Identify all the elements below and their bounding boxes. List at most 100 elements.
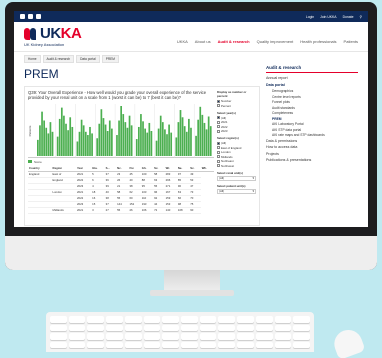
bar[interactable] [39, 124, 41, 156]
nav-health-professionals[interactable]: Health professionals [300, 39, 336, 44]
bar[interactable] [137, 126, 140, 156]
bar[interactable] [89, 126, 91, 156]
bar[interactable] [188, 118, 190, 156]
bar[interactable] [98, 123, 101, 156]
bar[interactable] [58, 118, 61, 156]
bar[interactable] [177, 121, 180, 156]
breadcrumb-audit-research[interactable]: Audit & research [42, 55, 75, 63]
sidebar-item[interactable]: Publications & presentations [266, 158, 358, 162]
bar[interactable] [71, 126, 74, 156]
sidebar-subitem[interactable]: Completeness [272, 111, 358, 115]
bar[interactable] [185, 131, 188, 156]
sidebar-item[interactable]: How to access data [266, 145, 358, 149]
bar[interactable] [179, 109, 182, 156]
unit-select[interactable]: (All) ▾ [217, 175, 256, 181]
bar[interactable] [116, 134, 118, 156]
bar[interactable] [199, 106, 202, 156]
login-link[interactable]: Login [306, 15, 314, 19]
sidebar-item[interactable]: Annual report [266, 76, 358, 80]
search-icon[interactable]: ⚲ [360, 15, 362, 19]
bar[interactable] [111, 128, 113, 156]
sidebar-subitem[interactable]: AKI rate maps and STP dashboards [272, 133, 358, 137]
breadcrumb-data-portal[interactable]: Data portal [76, 55, 100, 63]
sidebar-subitem[interactable]: Audit standards [272, 106, 358, 110]
donate-link[interactable]: Donate [343, 15, 354, 19]
bar[interactable] [170, 132, 173, 156]
bar[interactable] [104, 124, 107, 156]
bar[interactable] [155, 140, 158, 156]
sidebar-item[interactable]: Data portal [266, 83, 358, 87]
nav-about-us[interactable]: About us [195, 39, 211, 44]
bar[interactable] [140, 113, 142, 156]
join-link[interactable]: Join UKKA [320, 15, 336, 19]
bar[interactable] [41, 111, 43, 156]
bar[interactable] [201, 114, 204, 156]
bar[interactable] [144, 128, 146, 156]
region-option[interactable]: (All) [217, 141, 256, 145]
youtube-icon[interactable] [36, 14, 41, 19]
bar[interactable] [142, 120, 144, 156]
bar[interactable] [56, 136, 59, 156]
bar[interactable] [91, 132, 93, 156]
bar[interactable] [65, 123, 67, 156]
sidebar-item[interactable]: Data & permissions [266, 139, 358, 143]
display-option-percent[interactable]: Percent [217, 104, 256, 108]
bar[interactable] [207, 115, 210, 156]
bar[interactable] [60, 107, 63, 156]
bar[interactable] [108, 120, 111, 156]
bar[interactable] [120, 105, 123, 156]
bar[interactable] [128, 115, 131, 156]
year-option[interactable]: (All) [217, 116, 256, 120]
sidebar-subitem[interactable]: Centre level reports [272, 95, 358, 99]
bar[interactable] [205, 128, 208, 156]
bar[interactable] [82, 124, 85, 156]
bar[interactable] [80, 119, 83, 156]
bar[interactable] [164, 128, 166, 156]
region-option[interactable]: East of England [217, 146, 256, 150]
twitter-icon[interactable] [28, 14, 33, 19]
bar-chart[interactable]: Patients [28, 103, 214, 158]
bar[interactable] [87, 134, 89, 156]
bar[interactable] [126, 127, 129, 156]
bar[interactable] [150, 130, 153, 156]
bar[interactable] [190, 127, 192, 156]
bar[interactable] [181, 116, 184, 156]
sidebar-subitem[interactable]: PREM [272, 117, 358, 121]
bar[interactable] [51, 131, 54, 156]
bar[interactable] [168, 124, 170, 156]
facebook-icon[interactable] [20, 14, 25, 19]
bar[interactable] [78, 131, 81, 156]
logo[interactable]: UKKA UK Kidney Association [24, 26, 82, 47]
nav-patients[interactable]: Patients [344, 39, 358, 44]
bar[interactable] [183, 125, 186, 156]
bar[interactable] [135, 138, 138, 156]
bar[interactable] [175, 136, 178, 156]
bar[interactable] [106, 130, 109, 156]
region-option[interactable]: Northwest [217, 164, 256, 168]
nav-audit-research[interactable]: Audit & research [218, 39, 250, 44]
bar[interactable] [118, 120, 120, 156]
bar[interactable] [159, 115, 162, 156]
bar[interactable] [203, 122, 206, 156]
region-option[interactable]: Midlands [217, 155, 256, 159]
bar[interactable] [195, 135, 197, 156]
bar[interactable] [148, 122, 151, 156]
bar[interactable] [209, 125, 212, 156]
nav-quality-improvement[interactable]: Quality improvement [257, 39, 294, 44]
sidebar-subitem[interactable]: Demographics [272, 89, 358, 93]
bar[interactable] [166, 133, 168, 156]
bar[interactable] [43, 120, 45, 156]
bar[interactable] [47, 132, 50, 156]
bar[interactable] [37, 139, 39, 156]
bar[interactable] [146, 132, 149, 156]
bar[interactable] [130, 124, 133, 156]
bar[interactable] [102, 117, 105, 156]
sidebar-subitem[interactable]: AKI STP data portal [272, 128, 358, 132]
year-option[interactable]: 2021 [217, 120, 256, 124]
bar[interactable] [124, 121, 127, 156]
sidebar-item[interactable]: Projects [266, 152, 358, 156]
bar[interactable] [49, 121, 52, 156]
bar[interactable] [45, 127, 48, 156]
bar[interactable] [84, 131, 87, 156]
region-option[interactable]: Northeast [217, 159, 256, 163]
